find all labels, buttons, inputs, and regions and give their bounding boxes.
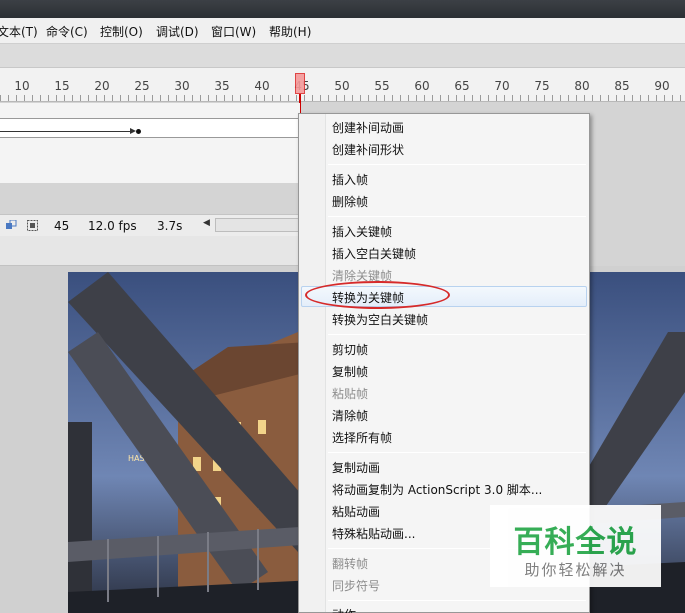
timeline-layers-area: [0, 103, 300, 183]
current-frame: 45: [54, 219, 70, 233]
ruler-number: 65: [454, 79, 470, 93]
menu-separator: [328, 216, 586, 217]
motion-tween-arrow: [0, 131, 134, 132]
menu-item-clear-frames[interactable]: 清除帧: [332, 407, 368, 424]
menu-item-cut-frames[interactable]: 剪切帧: [332, 341, 368, 358]
ruler-ticks: [0, 95, 685, 101]
menu-window[interactable]: 窗口(W): [211, 23, 256, 40]
menu-item-copy-frames[interactable]: 复制帧: [332, 363, 368, 380]
ruler-number: 25: [134, 79, 150, 93]
frame-rate[interactable]: 12.0 fps: [88, 219, 137, 233]
watermark-logo: 百科全说 助你轻松解决: [490, 505, 661, 587]
ruler-number: 80: [574, 79, 590, 93]
menu-item-create-shape-tween[interactable]: 创建补间形状: [332, 141, 404, 158]
menu-separator: [328, 600, 586, 601]
menu-item-insert-keyframe[interactable]: 插入关键帧: [332, 223, 392, 240]
menu-bar: 文本(T) 命令(C) 控制(O) 调试(D) 窗口(W) 帮助(H): [0, 18, 685, 44]
menu-control[interactable]: 控制(O): [100, 23, 143, 40]
layer-frame-row[interactable]: [0, 118, 300, 138]
menu-item-insert-frame[interactable]: 插入帧: [332, 171, 368, 188]
scroll-left-icon[interactable]: ◀: [203, 218, 210, 228]
menu-item-create-motion-tween[interactable]: 创建补间动画: [332, 119, 404, 136]
menu-separator: [328, 452, 586, 453]
menu-text[interactable]: 文本(T): [0, 23, 38, 40]
ruler-number: 35: [214, 79, 230, 93]
menu-item-actions[interactable]: 动作: [332, 606, 356, 613]
ruler-number: 20: [94, 79, 110, 93]
ruler-number: 85: [614, 79, 630, 93]
timeline-ruler[interactable]: 10 15 20 25 30 35 40 45 50 55 60 65 70 7…: [0, 68, 685, 102]
menu-help[interactable]: 帮助(H): [269, 23, 311, 40]
menu-item-insert-blank-keyframe[interactable]: 插入空白关键帧: [332, 245, 416, 262]
watermark-subtitle: 助你轻松解决: [524, 561, 627, 579]
context-menu-gutter: [299, 114, 326, 612]
elapsed-time: 3.7s: [157, 219, 183, 233]
ruler-number: 40: [254, 79, 270, 93]
menu-item-paste-frames: 粘贴帧: [332, 387, 369, 401]
watermark-title: 百科全说: [513, 525, 638, 560]
onion-skin-icon[interactable]: [6, 219, 17, 231]
menu-item-select-all-frames[interactable]: 选择所有帧: [332, 429, 392, 446]
ruler-number: 30: [174, 79, 190, 93]
ruler-number: 90: [654, 79, 670, 93]
menu-item-remove-frames[interactable]: 删除帧: [332, 193, 368, 210]
menu-separator: [328, 334, 586, 335]
edit-markers-icon[interactable]: [27, 220, 38, 231]
menu-item-paste-motion-special[interactable]: 特殊粘贴动画...: [332, 525, 415, 542]
annotation-ellipse: [305, 281, 450, 309]
ruler-number: 60: [414, 79, 430, 93]
ruler-number: 75: [534, 79, 550, 93]
ruler-number: 10: [14, 79, 30, 93]
menu-item-copy-motion[interactable]: 复制动画: [332, 459, 380, 476]
ruler-number: 50: [334, 79, 350, 93]
menu-item-reverse-frames: 翻转帧: [332, 557, 369, 571]
keyframe-dot-icon[interactable]: [136, 129, 141, 134]
menu-commands[interactable]: 命令(C): [46, 23, 88, 40]
menu-debug[interactable]: 调试(D): [156, 23, 199, 40]
menu-item-paste-motion[interactable]: 粘贴动画: [332, 503, 380, 520]
playhead-handle[interactable]: [295, 73, 305, 94]
menu-item-convert-to-blank-keyframes[interactable]: 转换为空白关键帧: [332, 311, 428, 328]
menu-item-copy-motion-as-actionscript[interactable]: 将动画复制为 ActionScript 3.0 脚本...: [332, 481, 542, 498]
menu-separator: [328, 164, 586, 165]
menu-item-synchronize-symbols: 同步符号: [332, 579, 381, 593]
window-title-strip: [0, 0, 685, 18]
ruler-number: 15: [54, 79, 70, 93]
timeline-horizontal-scrollbar[interactable]: [215, 218, 300, 232]
ruler-number: 70: [494, 79, 510, 93]
ruler-number: 55: [374, 79, 390, 93]
stage-edit-bar: [0, 236, 300, 266]
toolbar-gap: [0, 44, 685, 68]
